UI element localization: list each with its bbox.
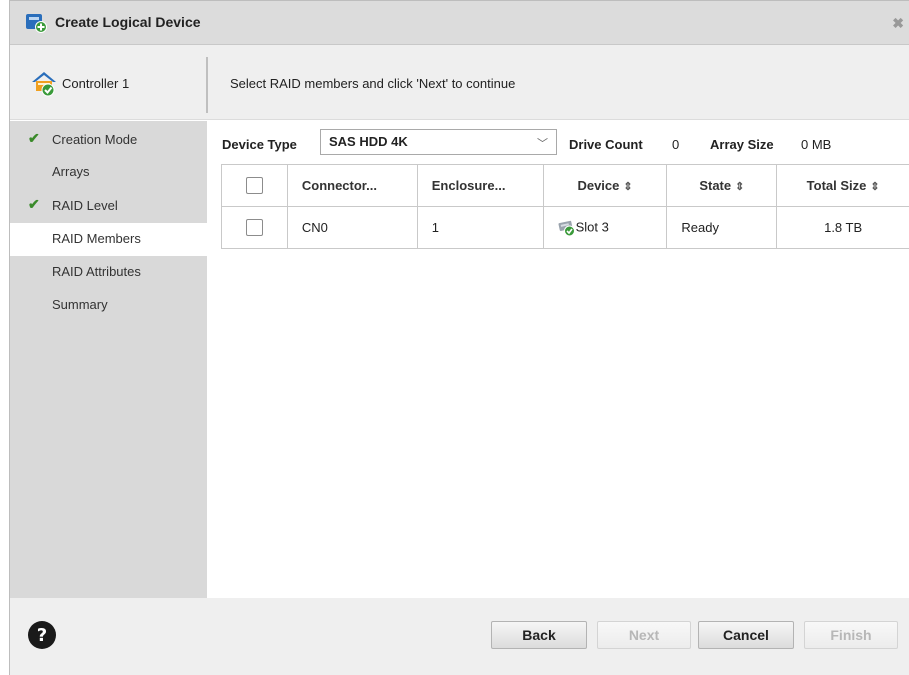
total-size-cell: 1.8 TB — [776, 206, 909, 249]
drive-ready-icon — [558, 220, 575, 236]
row-checkbox[interactable] — [245, 219, 263, 237]
select-all-checkbox[interactable] — [245, 177, 263, 195]
dialog-title: Create Logical Device — [55, 14, 201, 30]
table-row[interactable]: CN0 1 Slot 3 Ready 1.8 TB — [221, 206, 909, 249]
title-bar: Create Logical Device ✖ — [10, 1, 909, 45]
column-header-label: Device — [577, 178, 620, 193]
row-select-cell — [221, 206, 288, 249]
raid-members-table: Connector... Enclosure... Device ⇕ State ⇕… — [221, 164, 909, 249]
select-all-header — [221, 164, 288, 207]
checkmark-icon: ✔ — [28, 130, 40, 146]
column-header-label: Enclosure... — [431, 178, 506, 193]
controller-icon — [32, 72, 56, 97]
column-header-label: Total Size — [806, 178, 867, 193]
column-header-label: Connector... — [301, 178, 377, 193]
column-header-label: State — [699, 178, 732, 193]
close-button[interactable]: ✖ — [892, 15, 904, 32]
drive-count-label: Drive Count — [569, 137, 643, 152]
connector-cell: CN0 — [286, 206, 418, 249]
chevron-down-icon: ﹀ — [537, 138, 548, 150]
array-size-label: Array Size — [710, 137, 774, 152]
footer-bar: ? Back Next Cancel Finish — [10, 598, 909, 675]
checkmark-icon: ✔ — [28, 196, 40, 212]
sidebar-item-summary[interactable]: Summary — [10, 289, 207, 322]
sidebar-item-label: RAID Attributes — [52, 264, 141, 279]
sort-icon: ⇕ — [623, 181, 633, 193]
create-logical-device-dialog: Create Logical Device ✖ Controller 1 Sel… — [9, 0, 909, 675]
sidebar-item-raid-members[interactable]: RAID Members — [10, 223, 207, 256]
device-type-label: Device Type — [222, 137, 297, 152]
back-button[interactable]: Back — [491, 621, 587, 649]
array-size-value: 0 MB — [801, 137, 832, 152]
column-header-connector[interactable]: Connector... — [286, 164, 418, 207]
device-type-value: SAS HDD 4K — [329, 134, 408, 149]
svg-text:?: ? — [37, 625, 47, 646]
table-header-row: Connector... Enclosure... Device ⇕ State ⇕… — [221, 164, 909, 207]
instructions-text: Select RAID members and click 'Next' to … — [230, 76, 516, 91]
enclosure-cell: 1 — [416, 206, 544, 249]
sort-icon: ⇕ — [735, 181, 745, 193]
column-header-device[interactable]: Device ⇕ — [542, 164, 668, 207]
sidebar-item-label: Arrays — [52, 164, 90, 179]
state-cell: Ready — [666, 206, 778, 249]
column-header-total-size[interactable]: Total Size ⇕ — [776, 164, 909, 207]
header-divider — [206, 57, 208, 113]
device-cell: Slot 3 — [542, 206, 668, 249]
sort-icon: ⇕ — [870, 181, 880, 193]
drive-count-value: 0 — [672, 137, 680, 152]
sidebar-item-label: Creation Mode — [52, 132, 138, 147]
device-name: Slot 3 — [575, 218, 609, 234]
column-header-enclosure[interactable]: Enclosure... — [416, 164, 544, 207]
header-band: Controller 1 Select RAID members and cli… — [10, 45, 909, 120]
sidebar-item-raid-attributes[interactable]: RAID Attributes — [10, 256, 207, 289]
sidebar-item-label: Summary — [52, 297, 108, 312]
next-button[interactable]: Next — [597, 621, 691, 649]
sidebar-item-creation-mode[interactable]: ✔ Creation Mode — [10, 124, 207, 157]
finish-button[interactable]: Finish — [804, 621, 898, 649]
wizard-steps-sidebar: ✔ Creation Mode Arrays ✔ RAID Level RAID… — [10, 121, 207, 598]
device-type-select[interactable]: SAS HDD 4K ﹀ — [320, 129, 557, 155]
sidebar-item-label: RAID Level — [52, 198, 118, 213]
raid-members-panel: Device Type SAS HDD 4K ﹀ Drive Count 0 A… — [207, 121, 909, 598]
sidebar-item-label: RAID Members — [52, 231, 141, 246]
help-icon[interactable]: ? — [27, 620, 57, 650]
controller-label: Controller 1 — [62, 76, 130, 91]
column-header-state[interactable]: State ⇕ — [666, 164, 778, 207]
sidebar-item-raid-level[interactable]: ✔ RAID Level — [10, 190, 207, 223]
sidebar-item-arrays[interactable]: Arrays — [10, 157, 207, 190]
cancel-button[interactable]: Cancel — [698, 621, 794, 649]
create-device-icon — [26, 14, 47, 33]
